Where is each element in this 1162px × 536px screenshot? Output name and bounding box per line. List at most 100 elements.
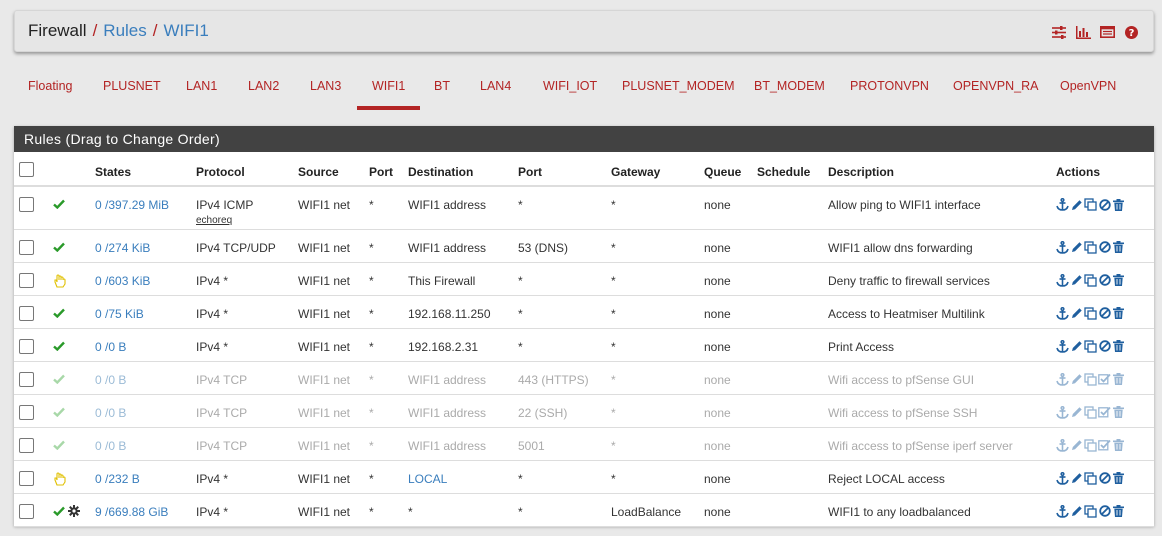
tab-lan3[interactable]: LAN3: [310, 64, 341, 110]
tab-bt-modem[interactable]: BT_MODEM: [754, 64, 825, 110]
gear-icon[interactable]: [68, 504, 80, 520]
rule-row[interactable]: 0 /0 B IPv4 TCP WIFI1 net * WIFI1 addres…: [14, 361, 1154, 395]
delete-trash-icon[interactable]: [1112, 274, 1125, 287]
tab-openvpn-ra[interactable]: OPENVPN_RA: [953, 64, 1038, 110]
copy-icon[interactable]: [1084, 372, 1097, 386]
help-icon[interactable]: ?: [1123, 25, 1139, 39]
rule-row[interactable]: 0 /603 KiB IPv4 * WIFI1 net * This Firew…: [14, 262, 1154, 296]
enable-rule-icon[interactable]: [1098, 373, 1111, 386]
select-all-checkbox[interactable]: [19, 161, 34, 177]
row-checkbox[interactable]: [19, 470, 34, 486]
rule-row[interactable]: 0 /397.29 MiB IPv4 ICMP echoreq WIFI1 net…: [14, 186, 1154, 230]
tab-floating[interactable]: Floating: [28, 64, 72, 110]
breadcrumb-rules-link[interactable]: Rules: [103, 21, 146, 41]
enable-rule-icon[interactable]: [1098, 406, 1111, 419]
row-checkbox[interactable]: [19, 437, 34, 453]
copy-icon[interactable]: [1084, 405, 1097, 419]
copy-icon[interactable]: [1084, 471, 1097, 485]
row-checkbox[interactable]: [19, 197, 34, 212]
edit-pencil-icon[interactable]: [1070, 373, 1083, 386]
rule-row[interactable]: 9 /669.88 GiB IPv4 * WIFI1 net * * * Loa…: [14, 493, 1154, 527]
tab-plusnet-modem[interactable]: PLUSNET_MODEM: [622, 64, 735, 110]
rule-row[interactable]: 0 /0 B IPv4 TCP WIFI1 net * WIFI1 addres…: [14, 427, 1154, 461]
rule-row[interactable]: 0 /0 B IPv4 * WIFI1 net * 192.168.2.31 *…: [14, 328, 1154, 362]
tab-plusnet[interactable]: PLUSNET: [103, 64, 161, 110]
edit-pencil-icon[interactable]: [1070, 505, 1083, 518]
rule-row[interactable]: 0 /274 KiB IPv4 TCP/UDP WIFI1 net * WIFI…: [14, 229, 1154, 263]
edit-pencil-icon[interactable]: [1070, 307, 1083, 320]
delete-trash-icon[interactable]: [1112, 439, 1125, 452]
move-anchor-icon[interactable]: [1056, 240, 1069, 254]
delete-trash-icon[interactable]: [1112, 340, 1125, 353]
tab-lan1[interactable]: LAN1: [186, 64, 217, 110]
states-link[interactable]: 0 /0 B: [95, 427, 196, 461]
tab-openvpn[interactable]: OpenVPN: [1060, 64, 1116, 110]
states-link[interactable]: 0 /0 B: [95, 328, 196, 362]
delete-trash-icon[interactable]: [1112, 505, 1125, 518]
destination-cell[interactable]: LOCAL: [408, 460, 518, 494]
states-link[interactable]: 9 /669.88 GiB: [95, 493, 196, 527]
move-anchor-icon[interactable]: [1056, 405, 1069, 419]
copy-icon[interactable]: [1084, 240, 1097, 254]
edit-pencil-icon[interactable]: [1070, 274, 1083, 287]
row-checkbox[interactable]: [19, 272, 34, 288]
edit-pencil-icon[interactable]: [1070, 198, 1083, 211]
sliders-icon[interactable]: [1051, 25, 1067, 39]
tab-lan4[interactable]: LAN4: [480, 64, 511, 110]
edit-pencil-icon[interactable]: [1070, 241, 1083, 254]
disable-rule-icon[interactable]: [1098, 274, 1111, 287]
copy-icon[interactable]: [1084, 504, 1097, 518]
states-link[interactable]: 0 /274 KiB: [95, 229, 196, 263]
disable-rule-icon[interactable]: [1098, 340, 1111, 353]
row-checkbox[interactable]: [19, 371, 34, 387]
disable-rule-icon[interactable]: [1098, 505, 1111, 518]
edit-pencil-icon[interactable]: [1070, 472, 1083, 485]
tab-lan2[interactable]: LAN2: [248, 64, 279, 110]
delete-trash-icon[interactable]: [1112, 241, 1125, 254]
breadcrumb-wifi1-link[interactable]: WIFI1: [164, 21, 209, 41]
edit-pencil-icon[interactable]: [1070, 439, 1083, 452]
states-link[interactable]: 0 /0 B: [95, 361, 196, 395]
copy-icon[interactable]: [1084, 306, 1097, 320]
tab-protonvpn[interactable]: PROTONVPN: [850, 64, 929, 110]
row-checkbox[interactable]: [19, 305, 34, 321]
row-checkbox[interactable]: [19, 503, 34, 519]
delete-trash-icon[interactable]: [1112, 198, 1125, 211]
states-link[interactable]: 0 /232 B: [95, 460, 196, 494]
edit-pencil-icon[interactable]: [1070, 406, 1083, 419]
move-anchor-icon[interactable]: [1056, 372, 1069, 386]
delete-trash-icon[interactable]: [1112, 406, 1125, 419]
copy-icon[interactable]: [1084, 198, 1097, 211]
row-checkbox[interactable]: [19, 239, 34, 255]
edit-pencil-icon[interactable]: [1070, 340, 1083, 353]
states-link[interactable]: 0 /397.29 MiB: [95, 186, 196, 230]
states-link[interactable]: 0 /75 KiB: [95, 295, 196, 329]
states-link[interactable]: 0 /0 B: [95, 394, 196, 428]
table-icon[interactable]: [1099, 25, 1115, 39]
move-anchor-icon[interactable]: [1056, 198, 1069, 211]
tab-bt[interactable]: BT: [434, 64, 450, 110]
enable-rule-icon[interactable]: [1098, 439, 1111, 452]
disable-rule-icon[interactable]: [1098, 307, 1111, 320]
chart-icon[interactable]: [1075, 25, 1091, 39]
tab-wifi1[interactable]: WIFI1: [356, 64, 421, 110]
rule-row[interactable]: 0 /0 B IPv4 TCP WIFI1 net * WIFI1 addres…: [14, 394, 1154, 428]
disable-rule-icon[interactable]: [1098, 472, 1111, 485]
copy-icon[interactable]: [1084, 339, 1097, 353]
rule-row[interactable]: 0 /75 KiB IPv4 * WIFI1 net * 192.168.11.…: [14, 295, 1154, 329]
icmp-type-link[interactable]: echoreq: [196, 215, 298, 226]
delete-trash-icon[interactable]: [1112, 373, 1125, 386]
move-anchor-icon[interactable]: [1056, 504, 1069, 518]
row-checkbox[interactable]: [19, 338, 34, 354]
copy-icon[interactable]: [1084, 273, 1097, 287]
copy-icon[interactable]: [1084, 438, 1097, 452]
move-anchor-icon[interactable]: [1056, 273, 1069, 287]
states-link[interactable]: 0 /603 KiB: [95, 262, 196, 296]
tab-wifi-iot[interactable]: WIFI_IOT: [543, 64, 597, 110]
disable-rule-icon[interactable]: [1098, 198, 1111, 211]
move-anchor-icon[interactable]: [1056, 339, 1069, 353]
delete-trash-icon[interactable]: [1112, 307, 1125, 320]
rule-row[interactable]: 0 /232 B IPv4 * WIFI1 net * LOCAL * * no…: [14, 460, 1154, 494]
move-anchor-icon[interactable]: [1056, 471, 1069, 485]
row-checkbox[interactable]: [19, 404, 34, 420]
